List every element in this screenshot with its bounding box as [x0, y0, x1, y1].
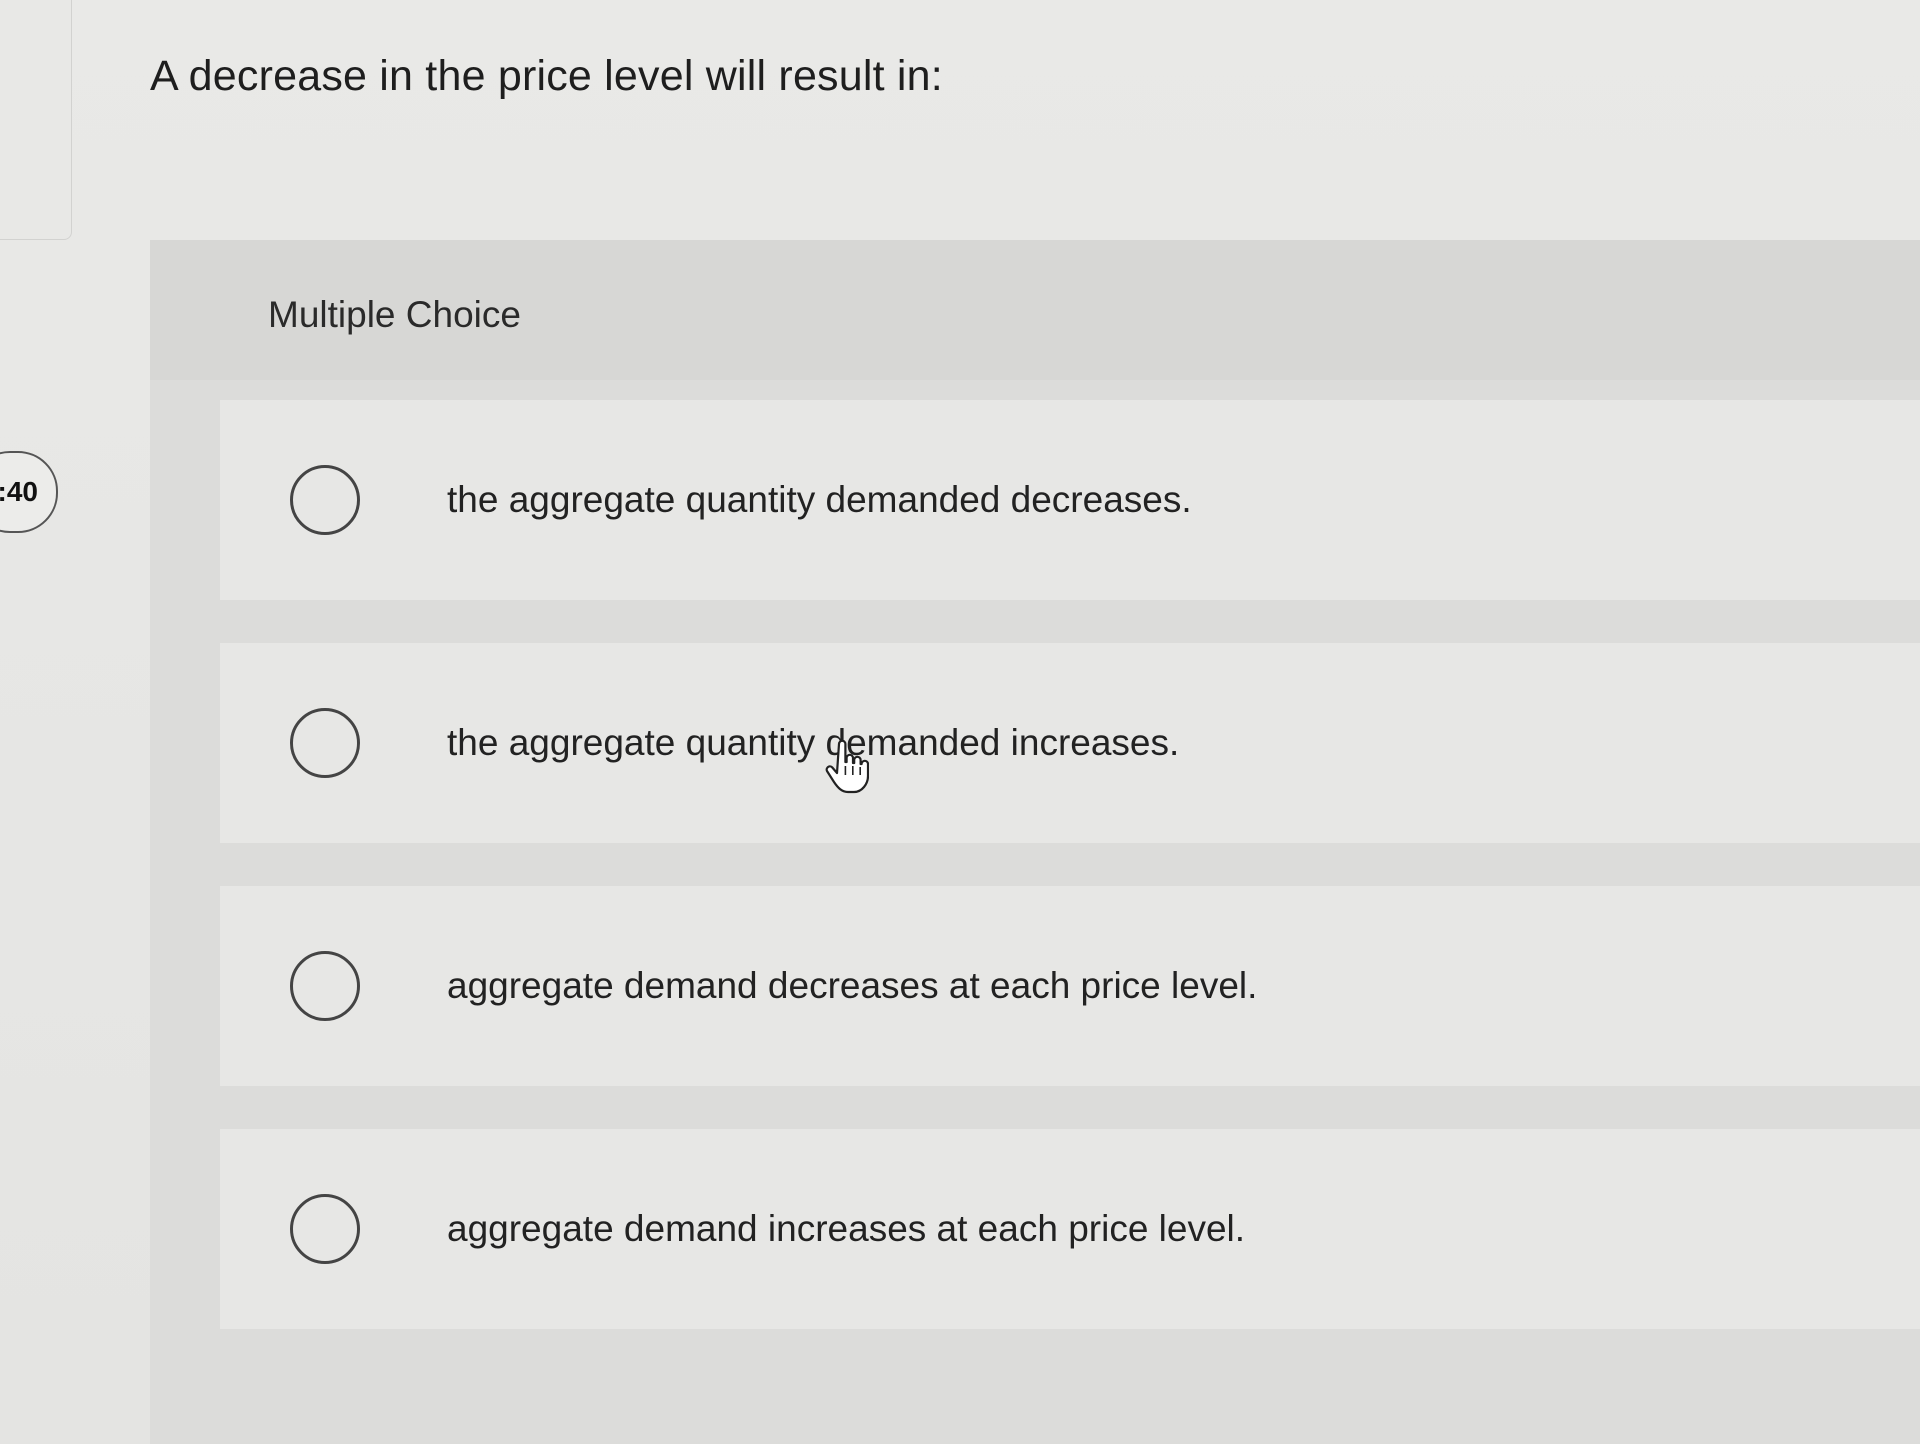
question-text: A decrease in the price level will resul…	[150, 52, 943, 100]
answer-option-label: aggregate demand decreases at each price…	[447, 965, 1258, 1006]
answer-option-label: aggregate demand increases at each price…	[447, 1208, 1246, 1249]
multiple-choice-panel: Multiple Choice the aggregate quantity d…	[150, 240, 1920, 1444]
answer-option-label: the aggregate quantity demanded decrease…	[447, 479, 1192, 520]
answer-options: the aggregate quantity demanded decrease…	[220, 400, 1920, 1372]
quiz-page: 7:40 A decrease in the price level will …	[0, 0, 1920, 1444]
answer-option-4[interactable]: aggregate demand increases at each price…	[220, 1129, 1920, 1329]
answer-option-1[interactable]: the aggregate quantity demanded decrease…	[220, 400, 1920, 600]
radio-unchecked-icon[interactable]	[290, 465, 360, 535]
timer-text: 7:40	[0, 476, 38, 507]
timer-badge: 7:40	[0, 451, 58, 533]
radio-unchecked-icon[interactable]	[290, 1194, 360, 1264]
question-type-label: Multiple Choice	[268, 294, 521, 335]
radio-unchecked-icon[interactable]	[290, 951, 360, 1021]
hand-pointer-icon	[825, 740, 869, 794]
answer-option-label: the aggregate quantity demanded increase…	[447, 722, 1180, 763]
left-sidebar-card	[0, 0, 72, 240]
radio-unchecked-icon[interactable]	[290, 708, 360, 778]
answer-option-2[interactable]: the aggregate quantity demanded increase…	[220, 643, 1920, 843]
answer-option-3[interactable]: aggregate demand decreases at each price…	[220, 886, 1920, 1086]
